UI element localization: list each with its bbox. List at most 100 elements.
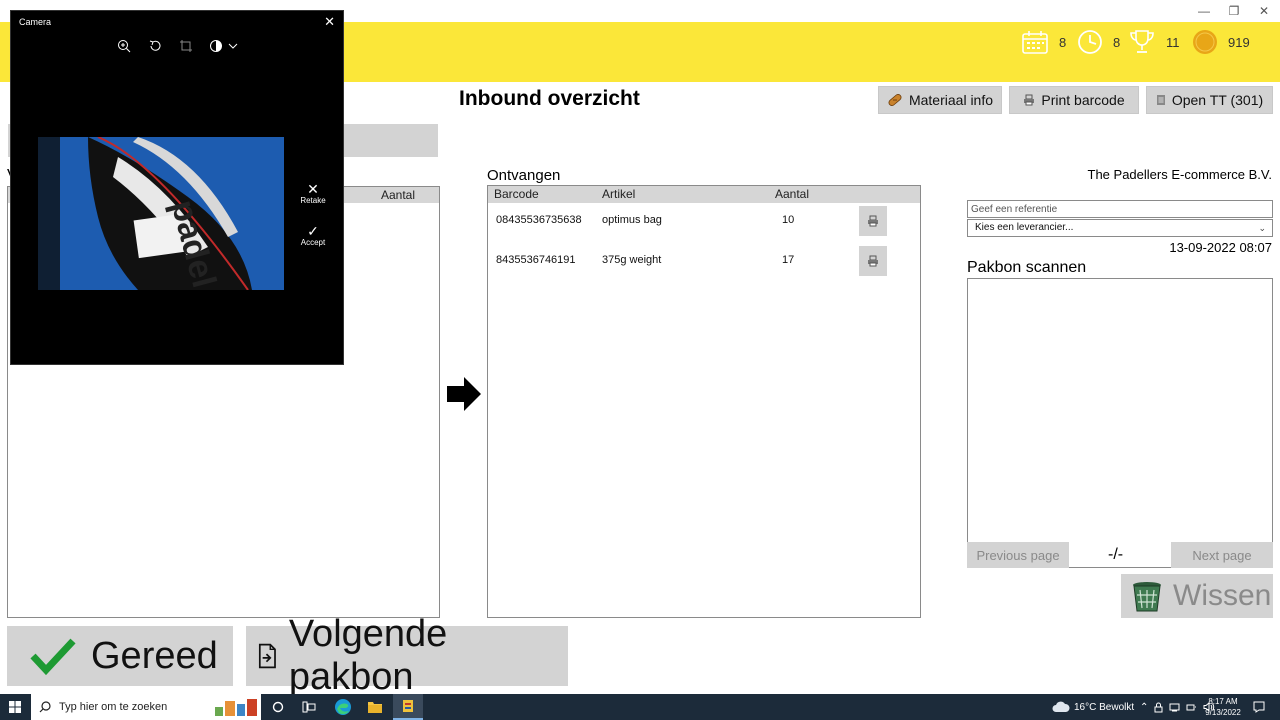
notifications-button[interactable]: [1250, 694, 1268, 720]
row-aantal: 17: [782, 254, 795, 266]
chevron-down-icon: ⌄: [1258, 223, 1266, 233]
coin-stat: 919: [1192, 28, 1250, 56]
previous-page-button[interactable]: Previous page: [967, 542, 1069, 568]
reference-input[interactable]: [967, 200, 1273, 218]
print-barcode-label: Print barcode: [1041, 92, 1125, 108]
accept-button[interactable]: ✓ Accept: [296, 224, 330, 247]
circle-icon: [272, 701, 284, 713]
app-icon: [403, 700, 413, 712]
notification-icon: [1253, 701, 1265, 713]
close-icon: ✕: [307, 181, 319, 197]
column-aantal: Aantal: [775, 187, 810, 201]
volgende-pakbon-label: Volgende pakbon: [288, 613, 448, 698]
print-barcode-button[interactable]: Print barcode: [1009, 86, 1139, 114]
close-window-button[interactable]: ✕: [1249, 3, 1279, 19]
row-barcode: 8435536746191: [496, 254, 576, 266]
printer-icon: [868, 215, 878, 227]
edge-button[interactable]: [328, 694, 358, 720]
check-icon: ✓: [307, 223, 319, 239]
row-aantal: 10: [782, 214, 795, 226]
calendar-count: 8: [1059, 34, 1067, 50]
captured-photo: padel: [38, 137, 284, 290]
onedrive-icon: [1169, 703, 1180, 711]
app-taskbar-button[interactable]: [393, 694, 423, 720]
wissen-button[interactable]: Wissen: [1121, 574, 1273, 618]
weather-widget[interactable]: 16°C Bewolkt: [1052, 694, 1134, 720]
rotate-icon[interactable]: [148, 39, 162, 53]
print-row-button[interactable]: [859, 246, 887, 276]
clock-icon: [1078, 30, 1102, 54]
cortana-button[interactable]: [263, 694, 293, 720]
next-page-button[interactable]: Next page: [1171, 542, 1273, 568]
materiaal-info-button[interactable]: Materiaal info: [878, 86, 1002, 114]
row-artikel: optimus bag: [602, 214, 662, 226]
coin-icon: [1193, 30, 1217, 54]
start-button[interactable]: [0, 694, 30, 720]
desk-illustration-icon: [215, 699, 257, 716]
supplier-select-value: Kies een leverancier...: [975, 222, 1074, 233]
arrow-right-icon: [447, 377, 481, 411]
datetime-display: 13-09-2022 08:07: [1169, 240, 1272, 255]
minimize-button[interactable]: —: [1189, 3, 1219, 19]
calendar-stat: 8: [1021, 28, 1066, 56]
column-artikel: Artikel: [602, 187, 636, 201]
clock-stat: 8: [1077, 28, 1120, 56]
column-aantal: Aantal: [381, 188, 416, 202]
page-indicator: -/-: [1108, 546, 1124, 563]
retake-button[interactable]: ✕ Retake: [296, 182, 330, 205]
folder-icon: [368, 702, 382, 713]
calendar-icon: [1022, 31, 1048, 54]
restore-button[interactable]: ❐: [1219, 3, 1249, 19]
open-tt-label: Open TT (301): [1171, 92, 1264, 108]
document-icon: [1156, 95, 1165, 105]
table-row[interactable]: 8435536746191 375g weight 17: [488, 246, 920, 276]
pakbon-preview: [967, 278, 1273, 568]
camera-window[interactable]: Camera ✕ padel ✕ Retake ✓ Accept: [10, 10, 344, 365]
clock-time: 8:17 AM: [1208, 697, 1238, 706]
received-items-list[interactable]: Barcode Artikel Aantal 08435536735638 op…: [487, 185, 921, 618]
trophy-count: 11: [1166, 34, 1180, 50]
filter-icon[interactable]: [209, 39, 223, 53]
company-name: The Padellers E-commerce B.V.: [1087, 167, 1272, 182]
search-icon: [39, 701, 51, 713]
gereed-label: Gereed: [91, 634, 218, 677]
table-row[interactable]: 08435536735638 optimus bag 10: [488, 206, 920, 236]
chevron-up-icon[interactable]: ⌃: [1140, 702, 1148, 713]
network-icon: [1186, 704, 1197, 710]
next-document-icon: [258, 643, 276, 669]
supplier-select[interactable]: Kies een leverancier... ⌄: [967, 219, 1273, 237]
zoom-icon[interactable]: [117, 39, 131, 53]
gereed-button[interactable]: Gereed: [7, 626, 233, 686]
camera-close-button[interactable]: ✕: [324, 14, 335, 30]
open-tt-button[interactable]: Open TT (301): [1146, 86, 1273, 114]
lock-icon: [1154, 702, 1163, 712]
print-row-button[interactable]: [859, 206, 887, 236]
clock-count: 8: [1113, 34, 1121, 50]
crop-icon[interactable]: [179, 39, 193, 53]
task-view-icon: [302, 701, 316, 713]
taskbar-search[interactable]: Typ hier om te zoeken: [31, 694, 261, 720]
volgende-pakbon-button[interactable]: Volgende pakbon: [246, 613, 568, 698]
edge-icon: [335, 699, 351, 715]
search-placeholder: Typ hier om te zoeken: [59, 701, 168, 713]
chevron-down-icon[interactable]: [228, 42, 238, 50]
weather-text: 16°C Bewolkt: [1074, 701, 1135, 713]
clock-date: 9/13/2022: [1205, 708, 1241, 717]
retake-label: Retake: [300, 196, 326, 205]
taskbar-clock[interactable]: 8:17 AM 9/13/2022: [1198, 696, 1248, 718]
camera-title: Camera: [19, 17, 52, 27]
accept-label: Accept: [300, 238, 326, 247]
trophy-icon: [1130, 30, 1154, 53]
pakbon-title: Pakbon scannen: [967, 259, 1087, 276]
coin-count: 919: [1228, 34, 1250, 50]
trophy-stat: 11: [1128, 28, 1180, 56]
received-label: Ontvangen: [487, 167, 561, 184]
wissen-label: Wissen: [1173, 579, 1272, 612]
file-explorer-button[interactable]: [360, 694, 390, 720]
row-artikel: 375g weight: [602, 254, 662, 266]
printer-icon: [1024, 94, 1035, 106]
task-view-button[interactable]: [294, 694, 324, 720]
column-barcode: Barcode: [494, 187, 539, 201]
taskbar: Typ hier om te zoeken 16°C Bewolkt ⌃ 8:1…: [0, 694, 1280, 720]
bandage-icon: [888, 94, 902, 106]
